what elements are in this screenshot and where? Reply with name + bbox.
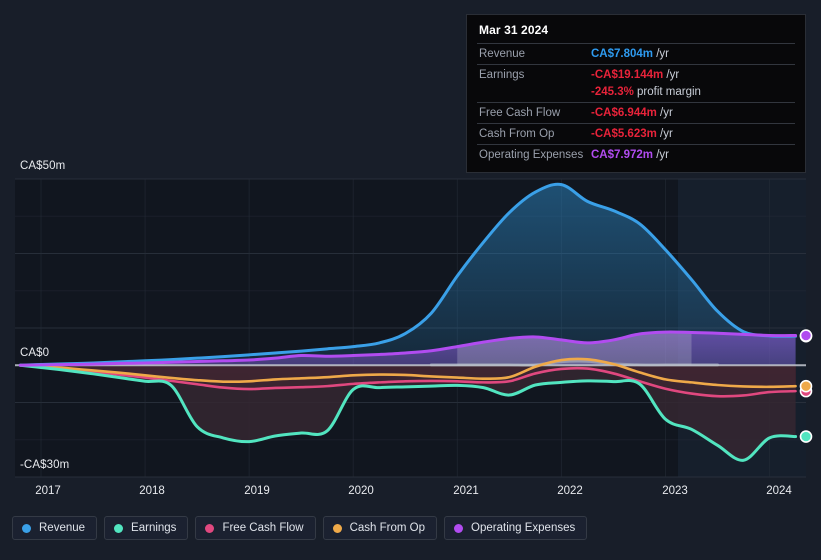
tooltip-row-label: Cash From Op [479,128,555,140]
legend-color-dot-icon [114,523,124,533]
tooltip-row-value: -245.3% profit margin [591,85,701,99]
legend-item-free-cash-flow[interactable]: Free Cash Flow [195,516,316,540]
tooltip-row-label: Free Cash Flow [479,107,561,119]
legend-item-revenue[interactable]: Revenue [12,516,98,540]
tooltip-rows: Revenue CA$7.804m /yr Earnings -CA$19.144m … [477,43,795,165]
x-axis-label-2024: 2024 [766,485,792,497]
legend-item-label: Operating Expenses [471,522,576,534]
y-axis-label-bottom: -CA$30m [20,459,70,471]
tooltip-row: Earnings -CA$19.144m /yr [477,64,795,85]
tooltip-row-value: CA$7.804m /yr [591,47,669,61]
x-axis-label-2019: 2019 [244,485,270,497]
tooltip-row-amount: -245.3% [591,86,634,98]
tooltip-row-amount: CA$7.972m [591,149,654,161]
tooltip-row: Free Cash Flow -CA$6.944m /yr [477,102,795,123]
legend-item-label: Free Cash Flow [222,522,304,534]
x-axis-label-2020: 2020 [348,485,374,497]
tooltip-row: Revenue CA$7.804m /yr [477,43,795,64]
legend-item-cash-from-op[interactable]: Cash From Op [322,516,438,540]
legend-color-dot-icon [332,523,342,533]
tooltip-row-value: -CA$6.944m /yr [591,106,673,120]
tooltip-row-amount: -CA$6.944m [591,107,657,119]
tooltip-row-label: Earnings [479,69,525,81]
legend-color-dot-icon [454,523,464,533]
tooltip-row-unit: /yr [656,128,673,140]
y-axis-label-zero: CA$0 [20,347,50,359]
legend-color-dot-icon [22,523,31,533]
tooltip-row-unit: /yr [653,149,669,161]
x-axis-label-2022: 2022 [557,485,583,497]
tooltip-row-unit: /yr [653,48,669,60]
tooltip-row-label: Revenue [479,48,526,60]
tooltip-row: -245.3% profit margin [477,85,795,102]
x-axis-label-2018: 2018 [139,485,165,497]
tooltip-date: Mar 31 2024 [479,23,549,37]
y-axis-label-top: CA$50m [20,160,66,172]
tooltip-row-amount: CA$7.804m [591,48,654,60]
x-axis-label-2023: 2023 [662,485,688,497]
tooltip-row: Cash From Op -CA$5.623m /yr [477,123,795,144]
legend-item-earnings[interactable]: Earnings [104,516,189,540]
tooltip-row-unit: profit margin [633,86,701,98]
x-axis-label-2021: 2021 [453,485,479,497]
legend-item-label: Earnings [131,522,177,534]
tooltip-row-amount: -CA$19.144m [591,69,664,81]
tooltip-row-amount: -CA$5.623m [591,128,657,140]
tooltip-row-label: Operating Expenses [479,149,584,161]
tooltip-row-value: -CA$19.144m /yr [591,68,679,82]
legend-color-dot-icon [205,523,215,533]
tooltip-row-value: CA$7.972m /yr [591,148,669,162]
legend-item-label: Revenue [39,522,86,534]
chart-tooltip: Mar 31 2024 Revenue CA$7.804m /yr Earnings… [466,14,806,173]
tooltip-row-unit: /yr [656,107,673,119]
tooltip-row-unit: /yr [663,69,680,81]
tooltip-row-value: -CA$5.623m /yr [591,127,673,141]
financial-chart-page: CA$50m CA$0 -CA$30m 2017 2018 2019 2020 … [0,0,821,560]
legend-item-label: Cash From Op [349,522,426,534]
x-axis-label-2017: 2017 [35,485,61,497]
tooltip-row: Operating Expenses CA$7.972m /yr [477,144,795,165]
legend-item-operating-expenses[interactable]: Operating Expenses [444,516,588,540]
chart-legend: Revenue Earnings Free Cash Flow Cash From O… [12,516,588,540]
